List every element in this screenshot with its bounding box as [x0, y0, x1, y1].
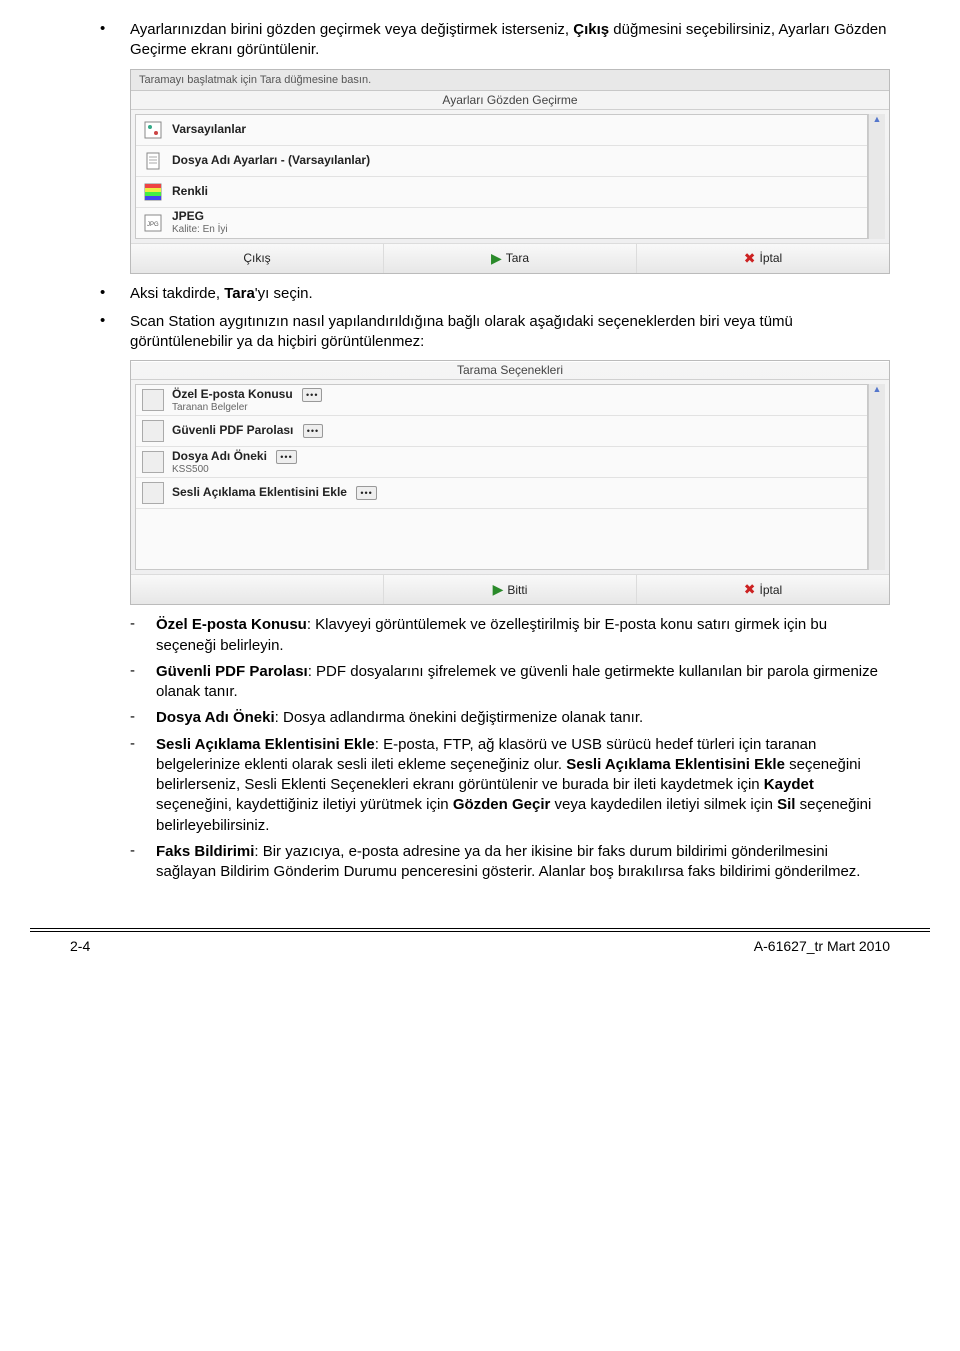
- empty-button: [131, 575, 384, 604]
- term-bold: Sesli Açıklama Eklentisini Ekle: [156, 736, 375, 753]
- jpeg-icon: JPG: [142, 212, 164, 234]
- play-icon: ▶: [491, 250, 502, 267]
- row-label: JPEG: [172, 210, 228, 224]
- scan-button[interactable]: ▶ Tara: [384, 244, 637, 273]
- bullet-item: • Ayarlarınızdan birini gözden geçirmek …: [70, 20, 890, 61]
- option-row-filename-prefix[interactable]: Dosya Adı Öneki ••• KSS500: [136, 447, 867, 478]
- sub-bullet-item: - Faks Bildirimi: Bir yazıcıya, e-posta …: [130, 842, 890, 883]
- term-bold: Sesli Açıklama Eklentisini Ekle: [566, 756, 785, 773]
- sub-bullet-item: - Sesli Açıklama Eklentisini Ekle: E-pos…: [130, 735, 890, 836]
- sub-bullet-text: Sesli Açıklama Eklentisini Ekle: E-posta…: [156, 735, 890, 836]
- button-label: İptal: [760, 251, 783, 265]
- sub-bullet-text: Faks Bildirimi: Bir yazıcıya, e-posta ad…: [156, 842, 890, 883]
- placeholder-icon: [142, 451, 164, 473]
- more-icon[interactable]: •••: [303, 424, 323, 438]
- dash-marker: -: [130, 662, 156, 703]
- exit-button[interactable]: Çıkış: [131, 244, 384, 273]
- bullet-marker: •: [70, 312, 130, 353]
- cancel-button[interactable]: ✖ İptal: [637, 244, 889, 273]
- term-bold: Gözden Geçir: [453, 796, 551, 813]
- dash-marker: -: [130, 842, 156, 883]
- cancel-button[interactable]: ✖ İptal: [637, 575, 889, 604]
- bullet-text: Ayarlarınızdan birini gözden geçirmek ve…: [130, 20, 890, 61]
- more-icon[interactable]: •••: [356, 486, 376, 500]
- screenshot-scan-options: Tarama Seçenekleri Özel E-posta Konusu •…: [130, 360, 890, 605]
- term-bold: Özel E-posta Konusu: [156, 616, 307, 633]
- setting-row-jpeg[interactable]: JPG JPEG Kalite: En İyi: [136, 208, 867, 238]
- bullet-text: Scan Station aygıtınızın nasıl yapılandı…: [130, 312, 890, 353]
- scrollbar[interactable]: ▲: [868, 114, 885, 239]
- placeholder-icon: [142, 420, 164, 442]
- row-label: Güvenli PDF Parolası: [172, 423, 293, 437]
- bullet-marker: •: [70, 284, 130, 304]
- cancel-icon: ✖: [744, 581, 756, 598]
- done-button[interactable]: ▶Bitti: [384, 575, 637, 604]
- page-footer: 2-4 A-61627_tr Mart 2010: [30, 928, 930, 972]
- text: Aksi takdirde,: [130, 285, 224, 302]
- term-bold: Dosya Adı Öneki: [156, 709, 275, 726]
- sub-bullet-text: Özel E-posta Konusu: Klavyeyi görüntülem…: [156, 615, 890, 656]
- term-bold: Kaydet: [764, 776, 814, 793]
- dash-marker: -: [130, 615, 156, 656]
- page-number: 2-4: [70, 938, 90, 954]
- sub-bullet-text: Güvenli PDF Parolası: PDF dosyalarını şi…: [156, 662, 890, 703]
- row-label: Dosya Adı Ayarları - (Varsayılanlar): [172, 154, 370, 168]
- text: : Bir yazıcıya, e-posta adresine ya da h…: [156, 843, 860, 880]
- color-icon: [142, 181, 164, 203]
- text: veya kaydedilen iletiyi silmek için: [550, 796, 777, 813]
- option-row-voice-annotation[interactable]: Sesli Açıklama Eklentisini Ekle •••: [136, 478, 867, 509]
- button-label: Bitti: [507, 583, 527, 597]
- option-row-pdf-password[interactable]: Güvenli PDF Parolası •••: [136, 416, 867, 447]
- text: 'yı seçin.: [255, 285, 313, 302]
- row-label: Sesli Açıklama Eklentisini Ekle: [172, 485, 347, 499]
- bullet-marker: •: [70, 20, 130, 61]
- scrollbar[interactable]: ▲: [868, 384, 885, 570]
- panel-header: Ayarları Gözden Geçirme: [131, 91, 889, 110]
- settings-icon: [142, 119, 164, 141]
- row-label: Renkli: [172, 185, 208, 199]
- text: seçeneğini, kaydettiğiniz iletiyi yürütm…: [156, 796, 453, 813]
- placeholder-icon: [142, 482, 164, 504]
- sub-bullet-item: - Güvenli PDF Parolası: PDF dosyalarını …: [130, 662, 890, 703]
- setting-row-defaults[interactable]: Varsayılanlar: [136, 115, 867, 146]
- button-label: Tara: [506, 251, 529, 265]
- option-row-email-subject[interactable]: Özel E-posta Konusu ••• Taranan Belgeler: [136, 385, 867, 416]
- row-sublabel: Kalite: En İyi: [172, 224, 228, 236]
- button-label: Çıkış: [243, 251, 270, 265]
- setting-row-filename[interactable]: Dosya Adı Ayarları - (Varsayılanlar): [136, 146, 867, 177]
- text-bold: Çıkış: [573, 21, 609, 38]
- placeholder-icon: [142, 389, 164, 411]
- more-icon[interactable]: •••: [302, 388, 322, 402]
- more-icon[interactable]: •••: [276, 450, 296, 464]
- sub-bullet-text: Dosya Adı Öneki: Dosya adlandırma önekin…: [156, 708, 643, 728]
- row-label: Özel E-posta Konusu: [172, 387, 293, 401]
- doc-id-date: A-61627_tr Mart 2010: [754, 938, 890, 954]
- button-label: İptal: [760, 583, 783, 597]
- term-bold: Sil: [777, 796, 795, 813]
- sub-bullet-item: - Dosya Adı Öneki: Dosya adlandırma önek…: [130, 708, 890, 728]
- document-icon: [142, 150, 164, 172]
- svg-text:JPG: JPG: [147, 222, 159, 228]
- term-bold: Güvenli PDF Parolası: [156, 663, 308, 680]
- play-icon: ▶: [493, 581, 504, 598]
- text-bold: Tara: [224, 285, 255, 302]
- text: Ayarlarınızdan birini gözden geçirmek ve…: [130, 21, 573, 38]
- row-label: Dosya Adı Öneki: [172, 449, 267, 463]
- bullet-text: Aksi takdirde, Tara'yı seçin.: [130, 284, 313, 304]
- screenshot-review-settings: Taramayı başlatmak için Tara düğmesine b…: [130, 69, 890, 274]
- bullet-item: • Scan Station aygıtınızın nasıl yapılan…: [70, 312, 890, 353]
- dash-marker: -: [130, 735, 156, 836]
- dash-marker: -: [130, 708, 156, 728]
- row-sublabel: Taranan Belgeler: [172, 402, 322, 414]
- instruction-bar: Taramayı başlatmak için Tara düğmesine b…: [131, 70, 889, 91]
- row-label: Varsayılanlar: [172, 123, 246, 137]
- setting-row-color[interactable]: Renkli: [136, 177, 867, 208]
- panel-header: Tarama Seçenekleri: [131, 361, 889, 380]
- row-sublabel: KSS500: [172, 464, 297, 476]
- bullet-item: • Aksi takdirde, Tara'yı seçin.: [70, 284, 890, 304]
- text: : Dosya adlandırma önekini değiştirmeniz…: [275, 709, 644, 726]
- term-bold: Faks Bildirimi: [156, 843, 254, 860]
- sub-bullet-item: - Özel E-posta Konusu: Klavyeyi görüntül…: [130, 615, 890, 656]
- cancel-icon: ✖: [744, 250, 756, 267]
